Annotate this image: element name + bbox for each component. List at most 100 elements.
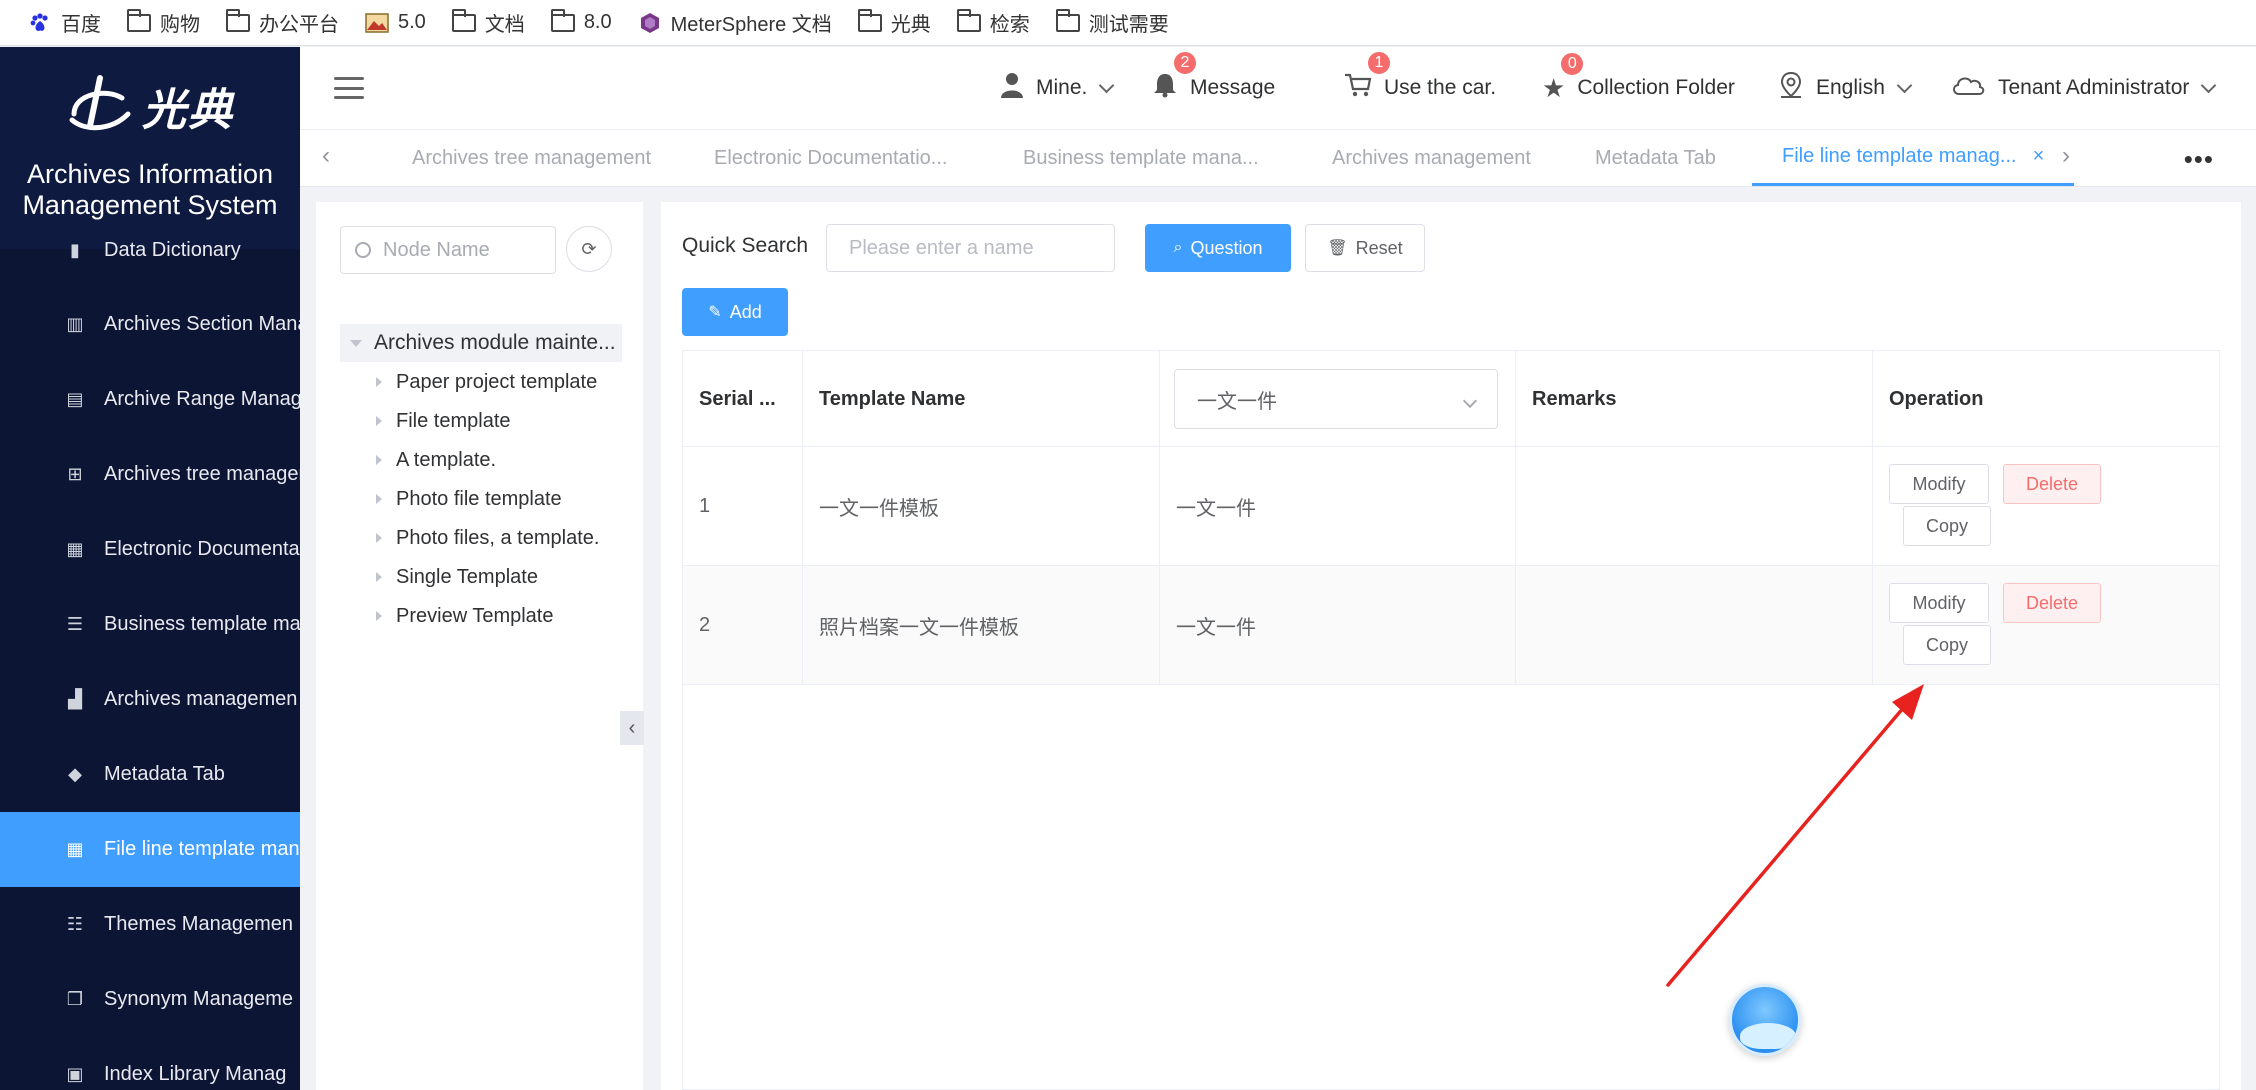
- cell-type: 一文一件: [1160, 447, 1516, 565]
- sidebar-item-archives-section[interactable]: ▥ Archives Section Mana: [0, 287, 300, 362]
- add-button[interactable]: ✎ Add: [682, 288, 788, 336]
- sidebar-item-label: Themes Managemen: [104, 913, 293, 935]
- tree-node-photo-files[interactable]: Photo files, a template.: [376, 520, 599, 556]
- chevron-left-icon[interactable]: ‹: [322, 142, 330, 170]
- tab-archives-tree-management[interactable]: Archives tree management: [412, 130, 651, 186]
- sidebar-item-archive-range[interactable]: ▤ Archive Range Manag: [0, 362, 300, 437]
- delete-button[interactable]: Delete: [2003, 583, 2101, 623]
- sidebar-item-label: Synonym Manageme: [104, 988, 293, 1010]
- document-icon: ▤: [66, 389, 84, 409]
- quick-search-label: Quick Search: [682, 234, 809, 257]
- templates-table: Serial ... Template Name 一文一件 Remarks Op…: [682, 350, 2220, 1090]
- tab-file-line-template[interactable]: File line template manag... ×: [1752, 130, 2075, 186]
- sidebar-item-metadata-tab[interactable]: ◆ Metadata Tab: [0, 737, 300, 812]
- folder-icon: [451, 8, 476, 33]
- bookmark-test-needs[interactable]: 测试需要: [1046, 0, 1185, 46]
- sidebar-item-label: Archives tree managem: [104, 463, 300, 485]
- tab-label: Archives management: [1332, 146, 1531, 169]
- sidebar-item-business-template[interactable]: ☰ Business template ma: [0, 587, 300, 662]
- tree-node-paper-project[interactable]: Paper project template: [376, 364, 597, 400]
- bookmark-baidu[interactable]: 百度: [18, 0, 117, 46]
- logo-text: 光典: [142, 86, 234, 135]
- bookmark-metersphere[interactable]: MeterSphere 文档: [628, 0, 848, 46]
- list-icon: ☷: [66, 914, 84, 934]
- tree-root-node[interactable]: Archives module mainte...: [340, 324, 622, 362]
- floating-assistant-icon[interactable]: [1729, 984, 1801, 1056]
- tab-business-template[interactable]: Business template mana...: [1023, 130, 1259, 186]
- quick-search-input[interactable]: [826, 224, 1115, 272]
- close-icon[interactable]: ×: [2033, 145, 2045, 168]
- image-icon: [365, 12, 389, 33]
- role-menu[interactable]: Tenant Administrator: [1950, 47, 2217, 129]
- node-search-field[interactable]: [340, 226, 556, 274]
- sidebar-item-label: Metadata Tab: [104, 763, 225, 785]
- column-serial: Serial ...: [683, 351, 803, 447]
- question-button[interactable]: ⌕ Question: [1145, 224, 1291, 272]
- more-options-icon[interactable]: •••: [2184, 144, 2214, 175]
- tree-node-file-template[interactable]: File template: [376, 403, 511, 439]
- sidebar-item-synonym-management[interactable]: ❐ Synonym Manageme: [0, 962, 300, 1037]
- tab-archives-management[interactable]: Archives management: [1332, 130, 1531, 186]
- collection-folder-button[interactable]: ★ 0 Collection Folder: [1542, 47, 1735, 129]
- caret-right-icon: [376, 572, 382, 582]
- sidebar-item-data-dictionary[interactable]: ▮ Data Dictionary: [0, 213, 300, 287]
- tab-metadata-tab[interactable]: Metadata Tab: [1595, 130, 1716, 186]
- sidebar-item-file-line-template[interactable]: ▦ File line template man: [0, 812, 300, 887]
- bookmark-docs[interactable]: 文档: [442, 0, 541, 46]
- tree-node-preview-template[interactable]: Preview Template: [376, 598, 553, 634]
- tree-node-single-template[interactable]: Single Template: [376, 559, 538, 595]
- copy-button[interactable]: Copy: [1903, 506, 1991, 546]
- tab-electronic-documentation[interactable]: Electronic Documentatio...: [714, 130, 947, 186]
- bookmark-office[interactable]: 办公平台: [216, 0, 355, 46]
- cell-template-name: 一文一件模板: [803, 447, 1160, 565]
- collapse-panel-icon[interactable]: ‹: [620, 711, 644, 745]
- node-search-input[interactable]: [383, 238, 543, 262]
- bookmark-search[interactable]: 检索: [947, 0, 1046, 46]
- cart-badge: 1: [1366, 49, 1392, 76]
- logo[interactable]: 光典: [0, 67, 300, 145]
- chevron-right-icon[interactable]: ›: [2062, 142, 2070, 170]
- paw-icon: [28, 12, 52, 33]
- modify-button[interactable]: Modify: [1889, 464, 1989, 504]
- delete-button[interactable]: Delete: [2003, 464, 2101, 504]
- sidebar-item-electronic-documentation[interactable]: ▦ Electronic Documentati: [0, 512, 300, 587]
- cloud-icon: [1950, 73, 1986, 104]
- copy-button[interactable]: Copy: [1903, 625, 1991, 665]
- caret-right-icon: [376, 611, 382, 621]
- sidebar-item-index-library[interactable]: ▣ Index Library Manag: [0, 1037, 300, 1090]
- chevron-down-icon: [1099, 77, 1115, 93]
- refresh-icon[interactable]: ⟳: [566, 226, 612, 272]
- modify-button[interactable]: Modify: [1889, 583, 1989, 623]
- user-menu[interactable]: Mine.: [1000, 47, 1115, 129]
- language-selector[interactable]: English: [1778, 47, 1913, 129]
- cart-button[interactable]: 1 Use the car.: [1344, 47, 1496, 129]
- bell-icon: 2: [1152, 49, 1198, 105]
- sidebar-item-archives-tree[interactable]: ⊞ Archives tree managem: [0, 437, 300, 512]
- trash-icon: 🗑: [1327, 240, 1348, 257]
- bookmark-guangdian[interactable]: 光典: [848, 0, 947, 46]
- message-button[interactable]: 2 Message: [1152, 47, 1275, 129]
- tree-node-a-template[interactable]: A template.: [376, 442, 496, 478]
- tree-panel: ⟳ Archives module mainte... Paper projec…: [316, 202, 643, 1090]
- bookmark-5-0[interactable]: 5.0: [355, 0, 442, 46]
- bookmark-shopping[interactable]: 购物: [117, 0, 216, 46]
- sidebar-item-label: Data Dictionary: [104, 238, 241, 261]
- tab-label: Electronic Documentatio...: [714, 146, 948, 169]
- copy-icon: ❐: [66, 989, 84, 1009]
- menu-toggle-icon[interactable]: [334, 77, 364, 99]
- table-row: 2 照片档案一文一件模板 一文一件 Modify Delete Copy: [683, 566, 2219, 685]
- annotation-arrow-icon: [1666, 684, 1924, 987]
- bookmark-label: 5.0: [398, 11, 426, 33]
- type-filter-select[interactable]: 一文一件: [1174, 369, 1498, 429]
- sidebar-item-label: File line template man: [104, 838, 300, 860]
- cell-template-name: 照片档案一文一件模板: [803, 566, 1160, 684]
- sidebar-item-themes-management[interactable]: ☷ Themes Managemen: [0, 887, 300, 962]
- bookmark-8-0[interactable]: 8.0: [541, 0, 628, 46]
- user-icon: [1000, 72, 1024, 105]
- sidebar-item-archives-management[interactable]: ▟ Archives managemen: [0, 662, 300, 737]
- tabs-bar: ‹ Archives tree management Electronic Do…: [300, 129, 2256, 187]
- bookmark-label: 检索: [989, 14, 1030, 36]
- reset-button[interactable]: 🗑 Reset: [1305, 224, 1425, 272]
- tree-node-photo-file[interactable]: Photo file template: [376, 481, 562, 517]
- books-icon: ▥: [66, 314, 84, 334]
